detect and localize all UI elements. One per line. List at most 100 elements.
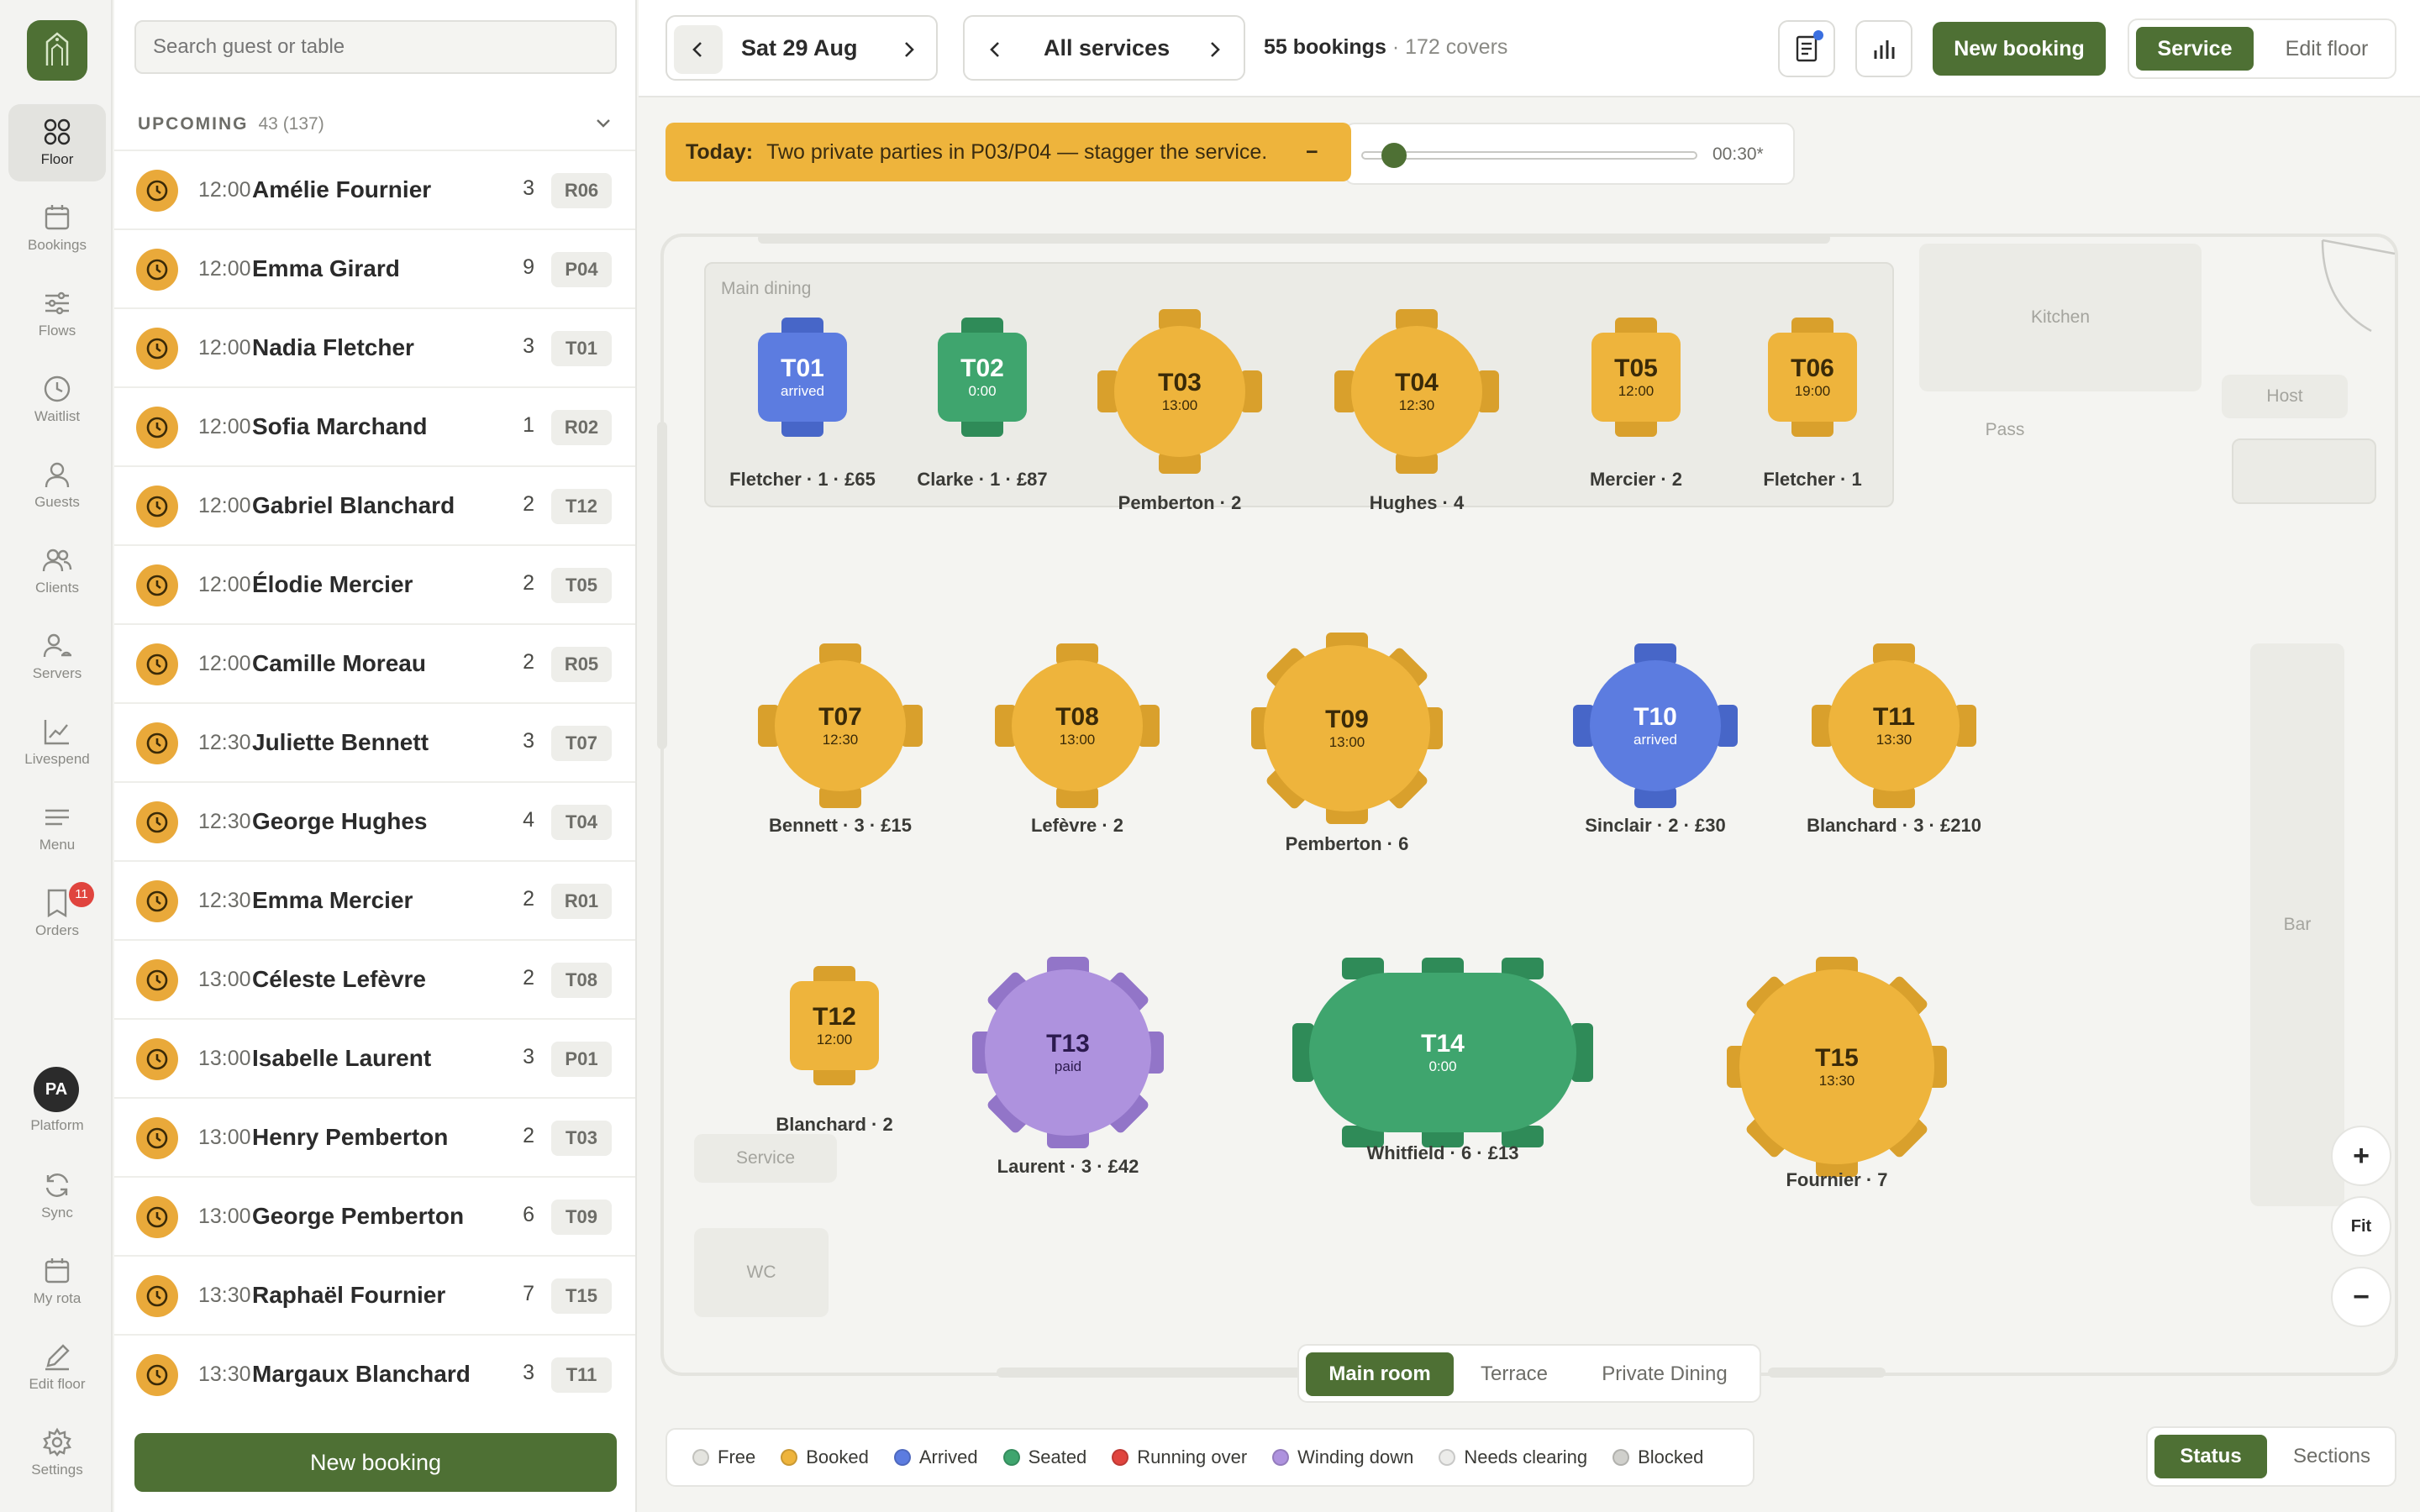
zoom-out-button[interactable]: − bbox=[2331, 1267, 2391, 1327]
booking-row[interactable]: 13:00 Henry Pemberton 2 T03 bbox=[114, 1097, 635, 1176]
tab-main-room[interactable]: Main room bbox=[1306, 1352, 1454, 1396]
nav-item-menu[interactable]: Menu bbox=[8, 790, 106, 867]
clock-icon bbox=[136, 486, 178, 528]
nav-item-orders[interactable]: 11 Orders bbox=[8, 875, 106, 953]
timeline-track[interactable] bbox=[1361, 151, 1697, 160]
nav-item-servers[interactable]: Servers bbox=[8, 618, 106, 696]
notes-button[interactable] bbox=[1778, 20, 1835, 77]
chevron-down-icon[interactable] bbox=[593, 113, 613, 133]
nav-item-my-rota[interactable]: My rota bbox=[8, 1243, 106, 1320]
table-top[interactable]: T13 paid bbox=[985, 969, 1151, 1136]
table-badge: R02 bbox=[551, 410, 612, 445]
legend-swatch bbox=[1002, 1449, 1020, 1466]
booking-row[interactable]: 12:00 Nadia Fletcher 3 T01 bbox=[114, 307, 635, 386]
booking-row[interactable]: 13:30 Margaux Blanchard 3 T11 bbox=[114, 1334, 635, 1413]
mode-edit-floor-button[interactable]: Edit floor bbox=[2264, 27, 2390, 71]
legend-item: Free bbox=[692, 1446, 755, 1468]
table-status: arrived bbox=[781, 383, 824, 399]
booking-row[interactable]: 13:00 George Pemberton 6 T09 bbox=[114, 1176, 635, 1255]
table-badge: R01 bbox=[551, 884, 612, 919]
booking-row[interactable]: 12:00 Camille Moreau 2 R05 bbox=[114, 623, 635, 702]
guest-name: Amélie Fournier bbox=[252, 176, 432, 202]
table-label: Blanchard · 2 bbox=[776, 1114, 893, 1135]
booking-time: 13:30 bbox=[198, 1284, 251, 1307]
nav-item-sync[interactable]: Sync bbox=[8, 1158, 106, 1235]
nav-item-livespend[interactable]: Livespend bbox=[8, 704, 106, 781]
booking-row[interactable]: 13:30 Raphaël Fournier 7 T15 bbox=[114, 1255, 635, 1334]
date-picker: Sat 29 Aug bbox=[666, 15, 938, 81]
legend-item: Running over bbox=[1112, 1446, 1247, 1468]
booking-row[interactable]: 13:00 Isabelle Laurent 3 P01 bbox=[114, 1018, 635, 1097]
view-status-button[interactable]: Status bbox=[2154, 1435, 2267, 1478]
clock-icon bbox=[136, 1117, 178, 1159]
cover-count: 6 bbox=[523, 1203, 534, 1226]
table-top[interactable]: T12 12:00 bbox=[790, 981, 879, 1070]
upcoming-header[interactable]: UPCOMING 43 (137) bbox=[138, 114, 324, 134]
next-date-button[interactable] bbox=[884, 25, 933, 74]
nav-item-settings[interactable]: Settings bbox=[8, 1415, 106, 1492]
table-id: T11 bbox=[1872, 703, 1916, 731]
nav-item-platform[interactable]: Platform bbox=[8, 1102, 106, 1144]
clock-icon bbox=[44, 375, 71, 402]
booking-row[interactable]: 13:00 Céleste Lefèvre 2 T08 bbox=[114, 939, 635, 1018]
booking-row[interactable]: 12:30 Emma Mercier 2 R01 bbox=[114, 860, 635, 939]
nav-label: My rota bbox=[33, 1290, 82, 1306]
zoom-in-button[interactable]: + bbox=[2331, 1126, 2391, 1186]
stats-button[interactable] bbox=[1855, 20, 1912, 77]
servers-icon bbox=[43, 633, 71, 658]
search-input[interactable] bbox=[134, 20, 617, 74]
table-id: T08 bbox=[1055, 703, 1099, 731]
nav-item-edit-floor[interactable]: Edit floor bbox=[8, 1329, 106, 1406]
booking-row[interactable]: 12:00 Gabriel Blanchard 2 T12 bbox=[114, 465, 635, 544]
legend-label: Winding down bbox=[1297, 1446, 1414, 1467]
booking-row[interactable]: 12:00 Élodie Mercier 2 T05 bbox=[114, 544, 635, 623]
section-count: 43 (137) bbox=[258, 114, 324, 134]
timeline-knob[interactable] bbox=[1381, 143, 1407, 168]
prev-date-button[interactable] bbox=[674, 25, 723, 74]
table-badge: T05 bbox=[551, 568, 612, 603]
mode-service-button[interactable]: Service bbox=[2136, 27, 2254, 71]
zone-host: Host bbox=[2222, 375, 2348, 418]
nav-item-floor[interactable]: Floor bbox=[8, 104, 106, 181]
table-top[interactable]: T04 12:30 bbox=[1351, 326, 1482, 457]
table-top[interactable]: T09 13:00 bbox=[1264, 645, 1430, 811]
nav-item-waitlist[interactable]: Waitlist bbox=[8, 361, 106, 438]
booking-row[interactable]: 12:30 Juliette Bennett 3 T07 bbox=[114, 702, 635, 781]
table-top[interactable]: T05 12:00 bbox=[1591, 333, 1681, 422]
brand-logo[interactable] bbox=[27, 20, 87, 81]
nav-item-bookings[interactable]: Bookings bbox=[8, 190, 106, 267]
booking-row[interactable]: 12:00 Emma Girard 9 P04 bbox=[114, 228, 635, 307]
zone-main-dining: Main dining bbox=[704, 262, 1894, 507]
table-top[interactable]: T08 13:00 bbox=[1012, 660, 1143, 791]
table-top[interactable]: T10 arrived bbox=[1590, 660, 1721, 791]
guest-name: Emma Girard bbox=[252, 255, 400, 281]
table-top[interactable]: T07 12:30 bbox=[775, 660, 906, 791]
table-top[interactable]: T03 13:00 bbox=[1114, 326, 1245, 457]
date-label[interactable]: Sat 29 Aug bbox=[741, 35, 858, 61]
service-label[interactable]: All services bbox=[1044, 35, 1170, 61]
new-booking-header-button[interactable]: New booking bbox=[1933, 22, 2106, 76]
booking-row[interactable]: 12:00 Sofia Marchand 1 R02 bbox=[114, 386, 635, 465]
next-service-button[interactable] bbox=[1190, 25, 1239, 74]
nav-item-clients[interactable]: Clients bbox=[8, 533, 106, 610]
table-top[interactable]: T15 13:30 bbox=[1739, 969, 1934, 1164]
prev-service-button[interactable] bbox=[971, 25, 1020, 74]
booking-time: 12:30 bbox=[198, 810, 251, 833]
table-top[interactable]: T14 0:00 bbox=[1309, 973, 1576, 1132]
table-top[interactable]: T01 arrived bbox=[758, 333, 847, 422]
zoom-fit-button[interactable]: Fit bbox=[2331, 1196, 2391, 1257]
table-top[interactable]: T02 0:00 bbox=[938, 333, 1027, 422]
view-sections-button[interactable]: Sections bbox=[2274, 1435, 2390, 1478]
table-top[interactable]: T06 19:00 bbox=[1768, 333, 1857, 422]
cover-count: 2 bbox=[523, 966, 534, 990]
new-booking-button[interactable]: New booking bbox=[134, 1433, 617, 1492]
booking-row[interactable]: 12:30 George Hughes 4 T04 bbox=[114, 781, 635, 860]
table-top[interactable]: T11 13:30 bbox=[1828, 660, 1960, 791]
tab-terrace[interactable]: Terrace bbox=[1460, 1352, 1568, 1396]
nav-item-flows[interactable]: Flows bbox=[8, 276, 106, 353]
table-id: T03 bbox=[1158, 369, 1202, 396]
booking-row[interactable]: 12:00 Amélie Fournier 3 R06 bbox=[114, 150, 635, 228]
tab-private-dining[interactable]: Private Dining bbox=[1575, 1352, 1754, 1396]
nav-item-guests[interactable]: Guests bbox=[8, 447, 106, 524]
alert-collapse-button[interactable]: − bbox=[1306, 123, 1318, 181]
